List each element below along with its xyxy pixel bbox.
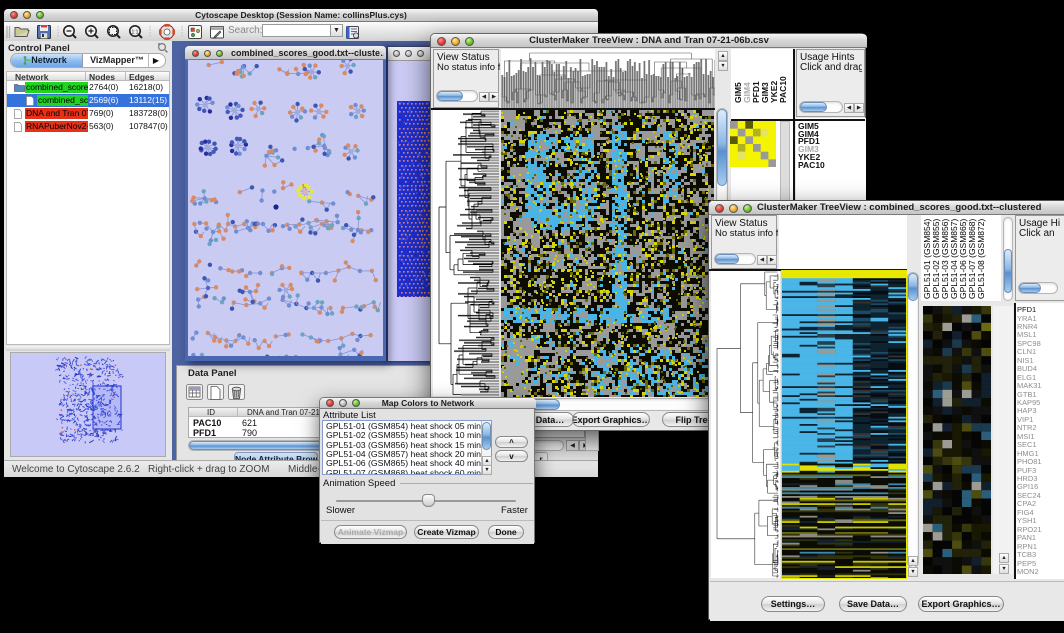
svg-text:1:1: 1:1 bbox=[132, 30, 139, 36]
